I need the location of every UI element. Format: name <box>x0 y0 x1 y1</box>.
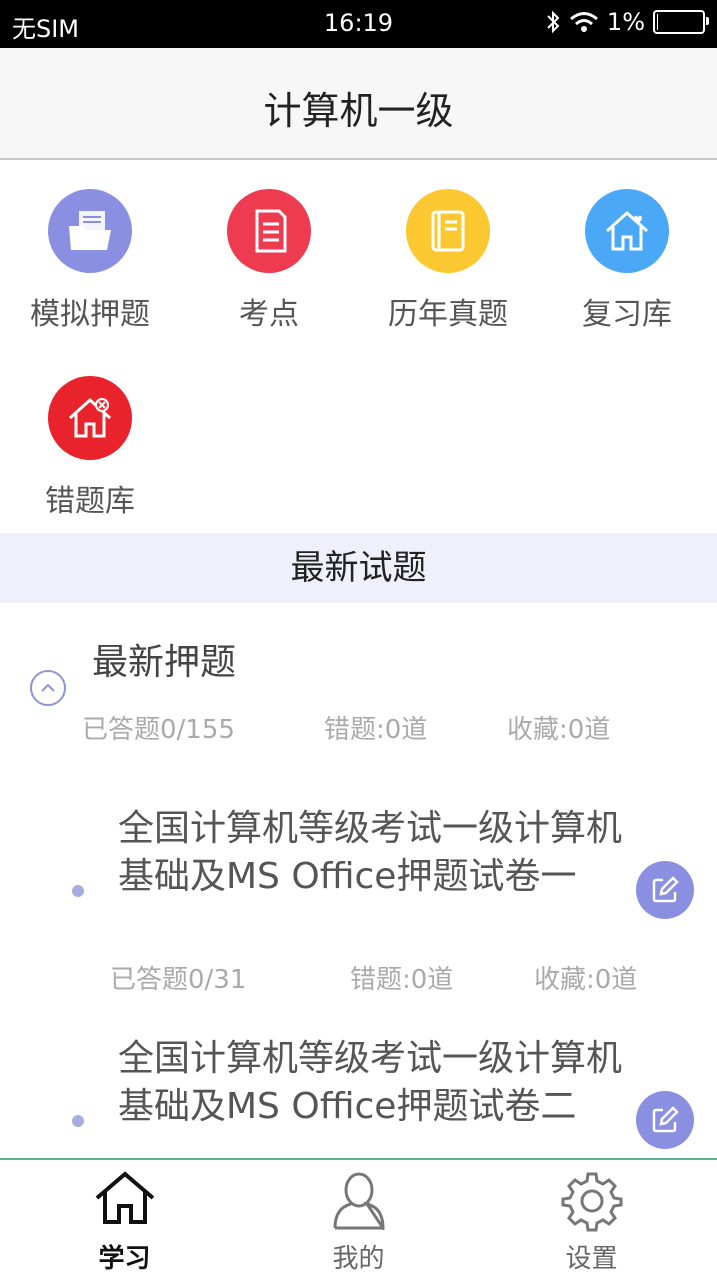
tab-settings[interactable]: 设置 <box>472 1160 711 1279</box>
home-error-icon <box>68 397 112 438</box>
paper-item[interactable]: 全国计算机等级考试一级计算机基础及MS Office押题试卷一 已答题0/31 … <box>0 803 717 1023</box>
grid-item-review-bank[interactable]: 复习库 <box>537 189 717 333</box>
folder-icon <box>69 211 111 250</box>
grid-item-key-points[interactable]: 考点 <box>179 189 359 333</box>
bullet-dot <box>72 1115 84 1127</box>
wifi-icon <box>569 12 598 32</box>
group-answered: 已答题0/155 <box>82 715 235 745</box>
tab-label: 我的 <box>332 1244 385 1274</box>
status-right: 1% <box>545 8 709 36</box>
grid-icon-circle <box>48 189 132 273</box>
grid-label: 考点 <box>239 297 299 332</box>
battery-icon <box>653 10 709 34</box>
grid-label: 模拟押题 <box>30 297 150 332</box>
home-heart-icon <box>605 210 649 251</box>
paper-title: 全国计算机等级考试一级计算机基础及MS Office押题试卷一 <box>118 808 623 897</box>
paper-favorite: 收藏:0道 <box>534 965 638 995</box>
bullet-dot <box>72 885 84 897</box>
group-header[interactable]: 最新押题 已答题0/155 错题:0道 收藏:0道 <box>0 603 717 753</box>
grid-item-mock-exam[interactable]: 模拟押题 <box>0 189 180 333</box>
grid-label: 历年真题 <box>388 297 508 332</box>
bluetooth-icon <box>547 10 560 34</box>
status-bar: 无SIM 16:19 1% <box>0 0 717 48</box>
gear-icon <box>561 1172 622 1232</box>
edit-icon <box>652 876 679 903</box>
edit-button[interactable] <box>636 1091 694 1149</box>
grid-icon-circle <box>406 189 490 273</box>
grid-item-past-exams[interactable]: 历年真题 <box>358 189 538 333</box>
person-icon <box>333 1172 385 1230</box>
collapse-toggle[interactable] <box>30 670 66 706</box>
edit-button[interactable] <box>636 861 694 919</box>
grid-icon-circle <box>227 189 311 273</box>
tab-label: 学习 <box>98 1244 151 1274</box>
section-header: 最新试题 <box>0 533 717 603</box>
tab-study[interactable]: 学习 <box>5 1160 244 1279</box>
tab-label: 设置 <box>565 1244 618 1274</box>
group-title: 最新押题 <box>92 642 237 683</box>
grid-label: 复习库 <box>582 297 672 332</box>
group-wrong: 错题:0道 <box>324 715 428 745</box>
book-icon <box>431 210 465 252</box>
paper-wrong: 错题:0道 <box>350 965 454 995</box>
document-icon <box>255 209 287 253</box>
tab-mine[interactable]: 我的 <box>239 1160 478 1279</box>
grid-item-wrong-bank[interactable]: 错题库 <box>0 376 180 520</box>
chevron-up-icon <box>41 683 55 692</box>
page-title: 计算机一级 <box>263 89 454 133</box>
paper-answered: 已答题0/31 <box>110 965 247 995</box>
home-icon <box>95 1171 154 1224</box>
nav-bar: 计算机一级 <box>0 48 717 160</box>
battery-level <box>657 14 658 30</box>
paper-item[interactable]: 全国计算机等级考试一级计算机基础及MS Office押题试卷二 <box>0 1033 717 1158</box>
paper-title: 全国计算机等级考试一级计算机基础及MS Office押题试卷二 <box>118 1038 623 1127</box>
grid-icon-circle <box>585 189 669 273</box>
battery-percent: 1% <box>606 8 645 36</box>
grid-label: 错题库 <box>45 484 135 519</box>
edit-icon <box>652 1106 679 1133</box>
tab-bar: 学习 我的 设置 <box>0 1158 717 1279</box>
grid-icon-circle <box>48 376 132 460</box>
group-favorite: 收藏:0道 <box>507 715 611 745</box>
